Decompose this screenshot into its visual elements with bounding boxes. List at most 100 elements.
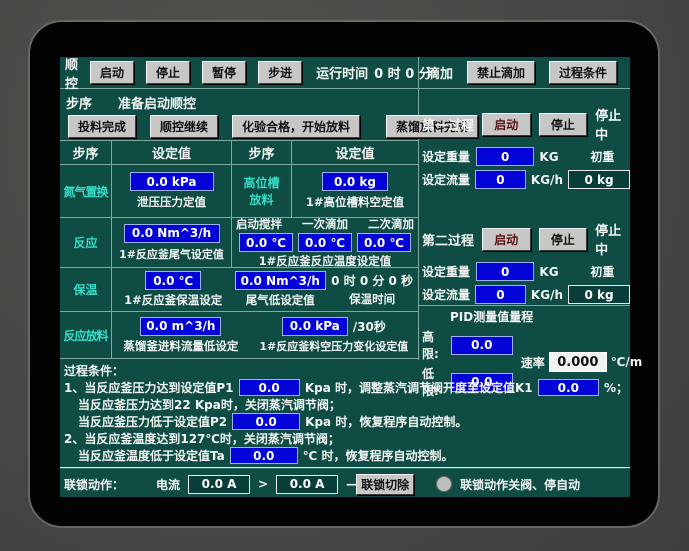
- step-head-tank-discharge: 高位槽 放料: [232, 165, 292, 217]
- process2-title-row: 第二过程 启动 停止 停止中: [422, 220, 630, 258]
- condition-line-2: 当反应釜压力达到22 Kpa时，关闭蒸汽调节阀；: [78, 398, 341, 412]
- step-nitrogen-purge: 氮气置换: [60, 165, 112, 217]
- cell-relief-pressure: 0.0 kPa 泄压压力定值: [112, 165, 232, 217]
- second-drip-label: 二次滴加: [368, 218, 414, 231]
- relief-pressure-value[interactable]: 0.0 kPa: [129, 172, 214, 191]
- process2-flow-label: 设定流量: [422, 288, 471, 302]
- pid-high-label: 高限:: [422, 330, 439, 361]
- process1-flow-value[interactable]: 0: [475, 170, 526, 189]
- forbid-drip-button[interactable]: 禁止滴加: [467, 61, 536, 84]
- process2-weight-unit: KG: [539, 264, 559, 279]
- process1-init-weight-label: 初重: [590, 150, 615, 164]
- sequence-control-bar: 顺控 启动 停止 暂停 步进 运行时间 0 时 0 分: [60, 57, 432, 92]
- process2-status: 停止中: [595, 224, 622, 258]
- interlock-action-desc: 联锁动作关阀、停自动: [460, 477, 581, 492]
- seq-continue-button[interactable]: 顺控继续: [150, 115, 219, 138]
- head-tank-empty-value[interactable]: 0.0 kg: [322, 172, 388, 191]
- cell-reaction-temps: 启动搅拌 一次滴加 二次滴加 0.0 ℃ 0.0 ℃ 0.0 ℃ 1#反应釜反应…: [232, 218, 418, 267]
- interlock-label: 联锁动作：: [64, 477, 125, 492]
- first-drip-temp-value[interactable]: 0.0 ℃: [298, 233, 352, 252]
- hmi-screen: 顺控 启动 停止 暂停 步进 运行时间 0 时 0 分 滴加 禁止滴加 过程条件…: [60, 57, 642, 497]
- relief-pressure-desc: 泄压压力定值: [137, 195, 206, 209]
- first-drip-label: 一次滴加: [302, 218, 348, 231]
- distill-feed-low-group: 0.0 m^3/h 蒸馏釜进料流量低设定: [112, 316, 250, 354]
- bottom-divider: [60, 467, 630, 469]
- cond5-text-b: ℃ 时，恢复程序自动控制。: [302, 449, 454, 463]
- process1-weight-row: 设定重量 0 KG 初重: [422, 147, 630, 166]
- connector-dash: —: [346, 477, 358, 491]
- cond3-text-b: Kpa 时，恢复程序自动控制。: [305, 415, 468, 429]
- condition-line-4: 2、当反应釜温度达到127℃时，关闭蒸汽调节阀；: [64, 432, 340, 446]
- tail-gas-low-desc: 尾气低设定值: [245, 293, 315, 307]
- cond-p1-value[interactable]: 0.0: [238, 379, 300, 396]
- condition-line-5: 当反应釜温度低于设定值Ta 0.0 ℃ 时，恢复程序自动控制。: [64, 447, 628, 464]
- step-reaction: 反应: [60, 218, 112, 267]
- drip-label: 滴加: [427, 67, 454, 82]
- interlock-row: 联锁动作： 电流 0.0 A > 0.0 A — 联锁切除 联锁动作关阀、停自动: [64, 472, 628, 496]
- cell-tail-gas: 0.0 Nm^3/h 1#反应釜尾气设定值: [112, 218, 232, 267]
- current-label: 电流: [156, 477, 181, 492]
- heat-preserve-temp-desc: 1#反应釜保温设定: [124, 293, 223, 307]
- heat-preserve-groups: 0.0 ℃ 1#反应釜保温设定 0.0 Nm^3/h 尾气低设定值 0 时 0 …: [112, 271, 418, 308]
- seq-pause-button[interactable]: 暂停: [202, 61, 247, 84]
- runtime-label: 运行时间: [316, 67, 369, 82]
- reaction-temp-boxes: 0.0 ℃ 0.0 ℃ 0.0 ℃: [239, 233, 411, 252]
- process2-weight-value[interactable]: 0: [476, 262, 535, 281]
- cell-head-tank-empty: 0.0 kg 1#高位槽料空定值: [292, 165, 418, 217]
- tail-gas-low-group: 0.0 Nm^3/h 尾气低设定值: [234, 271, 326, 308]
- pid-high-value[interactable]: 0.0: [450, 335, 513, 355]
- process2-flow-row: 设定流量 0 KG/h 0 kg: [422, 285, 630, 304]
- pressure-change-value[interactable]: 0.0 kPa: [281, 316, 348, 336]
- process1-status: 停止中: [595, 109, 622, 143]
- head-tank-empty-desc: 1#高位槽料空定值: [305, 195, 405, 209]
- process2-weight-row: 设定重量 0 KG 初重: [422, 262, 630, 281]
- stir-temp-value[interactable]: 0.0 ℃: [239, 233, 293, 252]
- conditions-title: 过程条件：: [64, 364, 125, 378]
- second-drip-temp-value[interactable]: 0.0 ℃: [357, 233, 411, 252]
- cond-ta-value[interactable]: 0.0: [229, 447, 298, 464]
- pressure-change-value-row: 0.0 kPa /30秒: [281, 316, 386, 336]
- process1-title: 第一过程: [422, 118, 475, 134]
- step-status: 准备启动顺控: [118, 97, 197, 112]
- test-pass-discharge-button[interactable]: 化验合格，开始放料: [232, 115, 361, 138]
- process1-flow-row: 设定流量 0 KG/h 0 kg: [422, 170, 630, 189]
- process1-weight-value[interactable]: 0: [476, 147, 535, 166]
- heat-preserve-temp-value[interactable]: 0.0 ℃: [145, 271, 202, 290]
- cond-k1-value[interactable]: 0.0: [537, 379, 599, 396]
- process2-stop-button[interactable]: 停止: [538, 227, 588, 251]
- condition-line-3: 当反应釜压力低于设定值P2 0.0 Kpa 时，恢复程序自动控制。: [64, 413, 628, 430]
- distill-feed-low-value[interactable]: 0.0 m^3/h: [140, 316, 222, 336]
- step-status-row: 步序 准备启动顺控: [66, 93, 196, 112]
- cond1-text-a: 1、当反应釜压力达到设定值P1: [64, 381, 234, 395]
- pressure-change-group: 0.0 kPa /30秒 1#反应釜料空压力变化设定值: [250, 316, 418, 354]
- seq-step-button[interactable]: 步进: [258, 61, 303, 84]
- cond-p2-value[interactable]: 0.0: [232, 413, 301, 430]
- interlock-indicator-lamp: [436, 476, 453, 492]
- table-row: 反应 0.0 Nm^3/h 1#反应釜尾气设定值 启动搅拌 一次滴加 二次滴加 …: [60, 218, 418, 268]
- process1-start-button[interactable]: 启动: [482, 112, 531, 136]
- process-condition-button[interactable]: 过程条件: [549, 61, 618, 84]
- pressure-change-desc: 1#反应釜料空压力变化设定值: [259, 339, 409, 353]
- tail-gas-value[interactable]: 0.0 Nm^3/h: [123, 223, 220, 243]
- sequence-label: 顺控: [65, 57, 79, 92]
- pid-divider: [418, 305, 630, 306]
- seq-stop-button[interactable]: 停止: [146, 61, 191, 84]
- step-heat-preserve: 保温: [60, 268, 112, 311]
- process1-panel: 第一过程 启动 停止 停止中 设定重量 0 KG 初重 设定流量 0 KG/h …: [422, 105, 630, 189]
- distill-feed-low-desc: 蒸馏釜进料流量低设定: [123, 338, 239, 353]
- interlock-cutoff-button[interactable]: 联锁切除: [356, 473, 415, 495]
- process2-init-weight-box-wrap: 0 kg: [568, 285, 630, 304]
- process1-weight-label: 设定重量: [422, 150, 471, 164]
- process2-flow-value[interactable]: 0: [475, 285, 526, 304]
- feed-complete-button[interactable]: 投料完成: [68, 115, 137, 138]
- cond5-text-a: 当反应釜温度低于设定值Ta: [78, 449, 225, 463]
- tail-gas-low-value[interactable]: 0.0 Nm^3/h: [234, 271, 326, 290]
- process2-start-button[interactable]: 启动: [482, 227, 531, 251]
- process1-flow-label: 设定流量: [422, 173, 471, 187]
- table-header-row: 步序 设定值 步序 设定值: [60, 141, 418, 165]
- process1-title-row: 第一过程 启动 停止 停止中: [422, 105, 630, 143]
- seq-start-button[interactable]: 启动: [90, 61, 135, 84]
- process1-stop-button[interactable]: 停止: [538, 112, 588, 136]
- process2-init-weight-label: 初重: [590, 265, 615, 279]
- pid-title: PID测量值量程: [450, 310, 534, 324]
